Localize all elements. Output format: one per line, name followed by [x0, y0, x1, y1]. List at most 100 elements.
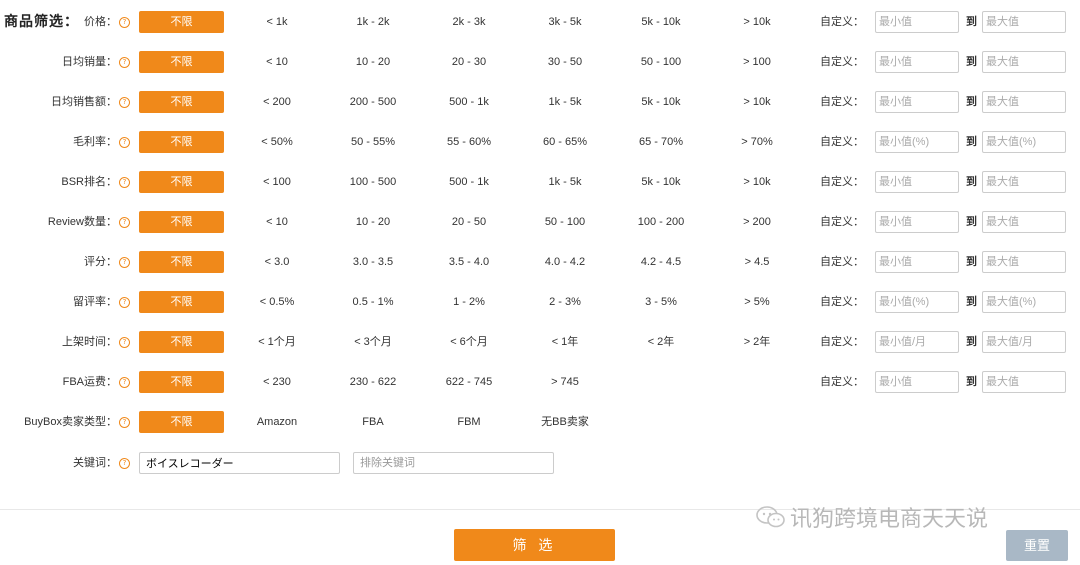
filter-option[interactable]: > 10k — [709, 171, 805, 193]
option-all-button[interactable]: 不限 — [139, 371, 224, 393]
filter-option[interactable]: < 1个月 — [229, 331, 325, 353]
filter-option[interactable]: < 100 — [229, 171, 325, 193]
filter-option[interactable]: 20 - 50 — [421, 211, 517, 233]
option-all-button[interactable]: 不限 — [139, 331, 224, 353]
custom-max-input[interactable] — [982, 251, 1066, 273]
filter-option[interactable]: 3.5 - 4.0 — [421, 251, 517, 273]
filter-option[interactable]: 100 - 200 — [613, 211, 709, 233]
filter-option[interactable]: 1k - 5k — [517, 171, 613, 193]
help-icon[interactable]: ? — [119, 256, 130, 268]
filter-option[interactable]: 20 - 30 — [421, 51, 517, 73]
filter-option[interactable]: > 2年 — [709, 331, 805, 353]
filter-option[interactable]: 5k - 10k — [613, 11, 709, 33]
filter-option[interactable]: 622 - 745 — [421, 371, 517, 393]
filter-option[interactable]: 2k - 3k — [421, 11, 517, 33]
filter-option[interactable]: 50 - 100 — [613, 51, 709, 73]
filter-option[interactable]: 10 - 20 — [325, 51, 421, 73]
option-all-button[interactable]: 不限 — [139, 171, 224, 193]
filter-option[interactable]: > 4.5 — [709, 251, 805, 273]
option-all-button[interactable]: 不限 — [139, 11, 224, 33]
filter-option[interactable]: 1 - 2% — [421, 291, 517, 313]
help-icon[interactable]: ? — [119, 376, 130, 388]
custom-min-input[interactable] — [875, 331, 959, 353]
filter-option[interactable]: 3k - 5k — [517, 11, 613, 33]
option-all-button[interactable]: 不限 — [139, 91, 224, 113]
filter-option[interactable]: 1k - 5k — [517, 91, 613, 113]
filter-option[interactable]: < 10 — [229, 211, 325, 233]
help-icon[interactable]: ? — [119, 416, 130, 428]
custom-max-input[interactable] — [982, 291, 1066, 313]
filter-option[interactable]: < 6个月 — [421, 331, 517, 353]
filter-option[interactable]: 100 - 500 — [325, 171, 421, 193]
filter-option[interactable]: < 1年 — [517, 331, 613, 353]
reset-button[interactable]: 重置 — [1006, 530, 1068, 561]
filter-option[interactable]: > 745 — [517, 371, 613, 393]
filter-option[interactable]: 1k - 2k — [325, 11, 421, 33]
custom-min-input[interactable] — [875, 11, 959, 33]
help-icon[interactable]: ? — [119, 16, 130, 28]
option-all-button[interactable]: 不限 — [139, 411, 224, 433]
filter-button[interactable]: 筛 选 — [454, 529, 615, 561]
help-icon[interactable]: ? — [119, 296, 130, 308]
help-icon[interactable]: ? — [119, 176, 130, 188]
help-icon[interactable]: ? — [119, 216, 130, 228]
filter-option[interactable]: 55 - 60% — [421, 131, 517, 153]
filter-option[interactable]: FBM — [421, 411, 517, 433]
filter-option[interactable]: 230 - 622 — [325, 371, 421, 393]
custom-min-input[interactable] — [875, 131, 959, 153]
filter-option[interactable]: > 10k — [709, 11, 805, 33]
custom-max-input[interactable] — [982, 331, 1066, 353]
custom-max-input[interactable] — [982, 91, 1066, 113]
filter-option[interactable]: 200 - 500 — [325, 91, 421, 113]
filter-option[interactable]: FBA — [325, 411, 421, 433]
option-all-button[interactable]: 不限 — [139, 131, 224, 153]
custom-min-input[interactable] — [875, 171, 959, 193]
filter-option[interactable]: > 70% — [709, 131, 805, 153]
filter-option[interactable]: 3.0 - 3.5 — [325, 251, 421, 273]
option-all-button[interactable]: 不限 — [139, 291, 224, 313]
filter-option[interactable]: > 5% — [709, 291, 805, 313]
custom-max-input[interactable] — [982, 11, 1066, 33]
filter-option[interactable]: 60 - 65% — [517, 131, 613, 153]
custom-min-input[interactable] — [875, 291, 959, 313]
custom-max-input[interactable] — [982, 371, 1066, 393]
filter-option[interactable]: < 2年 — [613, 331, 709, 353]
custom-max-input[interactable] — [982, 131, 1066, 153]
custom-min-input[interactable] — [875, 51, 959, 73]
keyword-include-input[interactable] — [139, 452, 340, 474]
filter-option[interactable]: 0.5 - 1% — [325, 291, 421, 313]
filter-option[interactable]: 5k - 10k — [613, 171, 709, 193]
help-icon[interactable]: ? — [119, 457, 130, 469]
filter-option[interactable]: > 10k — [709, 91, 805, 113]
custom-min-input[interactable] — [875, 91, 959, 113]
custom-min-input[interactable] — [875, 211, 959, 233]
custom-min-input[interactable] — [875, 371, 959, 393]
help-icon[interactable]: ? — [119, 56, 130, 68]
filter-option[interactable]: 4.0 - 4.2 — [517, 251, 613, 273]
filter-option[interactable]: 4.2 - 4.5 — [613, 251, 709, 273]
custom-max-input[interactable] — [982, 211, 1066, 233]
filter-option[interactable]: < 0.5% — [229, 291, 325, 313]
custom-max-input[interactable] — [982, 171, 1066, 193]
filter-option[interactable]: 50 - 55% — [325, 131, 421, 153]
option-all-button[interactable]: 不限 — [139, 51, 224, 73]
option-all-button[interactable]: 不限 — [139, 211, 224, 233]
help-icon[interactable]: ? — [119, 336, 130, 348]
filter-option[interactable]: < 1k — [229, 11, 325, 33]
filter-option[interactable]: 2 - 3% — [517, 291, 613, 313]
filter-option[interactable]: < 50% — [229, 131, 325, 153]
help-icon[interactable]: ? — [119, 136, 130, 148]
filter-option[interactable]: 5k - 10k — [613, 91, 709, 113]
option-all-button[interactable]: 不限 — [139, 251, 224, 273]
filter-option[interactable]: 500 - 1k — [421, 91, 517, 113]
filter-option[interactable]: < 3.0 — [229, 251, 325, 273]
filter-option[interactable]: > 200 — [709, 211, 805, 233]
filter-option[interactable]: 500 - 1k — [421, 171, 517, 193]
filter-option[interactable]: 65 - 70% — [613, 131, 709, 153]
filter-option[interactable]: 无BB卖家 — [517, 411, 613, 433]
filter-option[interactable]: < 230 — [229, 371, 325, 393]
custom-max-input[interactable] — [982, 51, 1066, 73]
filter-option[interactable]: 50 - 100 — [517, 211, 613, 233]
help-icon[interactable]: ? — [119, 96, 130, 108]
filter-option[interactable]: 3 - 5% — [613, 291, 709, 313]
